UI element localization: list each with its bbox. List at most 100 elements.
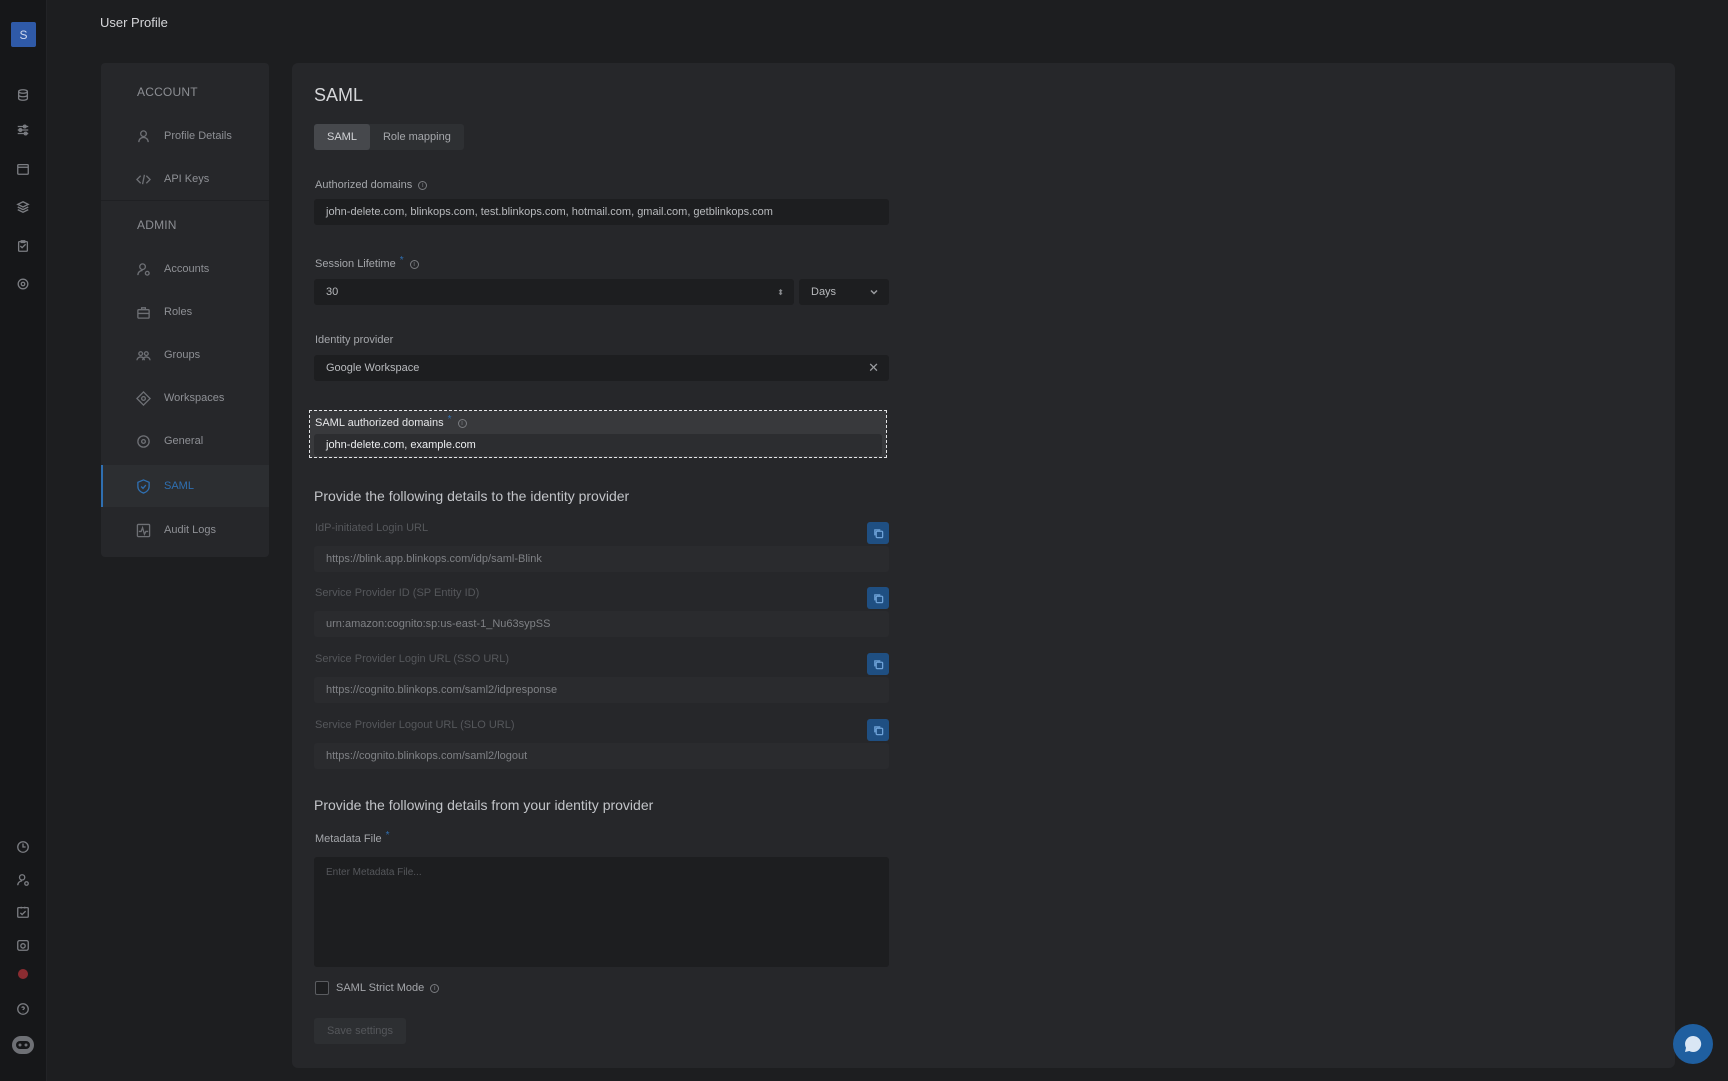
- session-lifetime-input[interactable]: 30 ⬍: [314, 279, 794, 305]
- nav-section-admin: ADMIN: [137, 218, 177, 232]
- user-icon: [138, 129, 149, 142]
- nav-item-api-keys[interactable]: API Keys: [101, 158, 269, 200]
- activity-icon: [136, 523, 151, 537]
- session-lifetime-label: Session Lifetime * i: [315, 254, 419, 270]
- avatar[interactable]: S: [11, 22, 36, 47]
- select-value: Days: [811, 286, 837, 298]
- slo-url-field[interactable]: https://cognito.blinkops.com/saml2/logou…: [314, 743, 889, 769]
- label-text: Metadata File: [315, 833, 382, 845]
- authorized-domains-input[interactable]: john-delete.com, blinkops.com, test.blin…: [314, 199, 889, 225]
- identity-provider-label: Identity provider: [315, 334, 393, 346]
- idp-login-url-label: IdP-initiated Login URL: [315, 522, 428, 534]
- report-icon[interactable]: [14, 936, 32, 954]
- required-marker: *: [385, 829, 390, 841]
- strict-mode-label: SAML Strict Mode: [336, 982, 425, 994]
- sso-url-label: Service Provider Login URL (SSO URL): [315, 653, 509, 665]
- copy-icon: [873, 725, 883, 735]
- page-title: User Profile: [100, 15, 168, 30]
- identity-provider-select[interactable]: Google Workspace ✕: [314, 355, 889, 381]
- copy-icon: [873, 659, 883, 669]
- provide-from-heading: Provide the following details from your …: [314, 797, 654, 813]
- help-icon[interactable]: [14, 1000, 32, 1018]
- saml-authorized-domains-label: SAML authorized domains * i: [315, 413, 467, 429]
- nav-item-label: Roles: [164, 306, 193, 318]
- copy-button[interactable]: [867, 522, 889, 544]
- database-icon[interactable]: [14, 86, 32, 104]
- nav-item-saml[interactable]: SAML: [101, 465, 269, 507]
- label-text: Service Provider Logout URL (SLO URL): [315, 719, 515, 731]
- nav-item-general[interactable]: General: [101, 420, 269, 462]
- chat-button[interactable]: [1673, 1024, 1713, 1064]
- tab-saml[interactable]: SAML: [314, 124, 370, 150]
- card-title: SAML: [314, 85, 364, 105]
- nav-item-accounts[interactable]: Accounts: [101, 248, 269, 290]
- diamond-icon: [136, 390, 151, 406]
- chevron-down-icon: [870, 289, 878, 295]
- shield-icon: [137, 478, 150, 494]
- code-icon: [136, 174, 151, 184]
- app-rail: S: [0, 0, 47, 1081]
- nav-item-label: SAML: [164, 480, 194, 492]
- stepper-icon[interactable]: ⬍: [777, 288, 784, 297]
- info-icon[interactable]: i: [457, 418, 467, 428]
- user-settings-icon[interactable]: [14, 871, 32, 889]
- sliders-icon[interactable]: [14, 121, 32, 139]
- label-text: Authorized domains: [315, 179, 413, 191]
- copy-button[interactable]: [867, 587, 889, 609]
- nav-item-audit-logs[interactable]: Audit Logs: [101, 509, 269, 551]
- nav-item-roles[interactable]: Roles: [101, 291, 269, 333]
- nav-item-label: Accounts: [164, 263, 210, 275]
- nav-section-account: ACCOUNT: [137, 85, 198, 99]
- close-icon[interactable]: ✕: [868, 360, 879, 376]
- nav-item-workspaces[interactable]: Workspaces: [101, 377, 269, 419]
- saml-settings-card: SAML SAML Role mapping Authorized domain…: [292, 63, 1675, 1068]
- clock-icon[interactable]: [14, 838, 32, 856]
- session-unit-select[interactable]: Days: [799, 279, 889, 305]
- nav-item-label: Groups: [164, 349, 201, 361]
- sso-url-field[interactable]: https://cognito.blinkops.com/saml2/idpre…: [314, 677, 889, 703]
- gear-icon: [137, 434, 150, 448]
- provide-to-heading: Provide the following details to the ide…: [314, 488, 630, 504]
- settings-icon[interactable]: [14, 275, 32, 293]
- saml-authorized-domains-input[interactable]: john-delete.com, example.com: [314, 434, 882, 456]
- field-value: 30: [326, 286, 339, 298]
- info-icon[interactable]: i: [430, 983, 440, 993]
- metadata-file-label: Metadata File *: [315, 829, 390, 846]
- info-icon[interactable]: i: [418, 180, 428, 190]
- required-marker: *: [399, 254, 404, 266]
- copy-button[interactable]: [867, 653, 889, 675]
- field-value: Google Workspace: [326, 362, 420, 374]
- nav-item-groups[interactable]: Groups: [101, 334, 269, 376]
- tab-role-mapping[interactable]: Role mapping: [370, 124, 464, 150]
- nav-item-label: Workspaces: [164, 392, 225, 404]
- calendar-icon[interactable]: [14, 160, 32, 178]
- bot-icon[interactable]: [10, 1034, 36, 1056]
- save-button[interactable]: Save settings: [314, 1018, 406, 1044]
- nav-item-profile-details[interactable]: Profile Details: [101, 115, 269, 157]
- nav-item-label: Audit Logs: [164, 524, 216, 536]
- label-text: IdP-initiated Login URL: [315, 522, 429, 534]
- users-icon: [137, 262, 150, 276]
- strict-mode-checkbox[interactable]: [315, 981, 329, 995]
- sp-entity-id-label: Service Provider ID (SP Entity ID): [315, 587, 479, 599]
- clipboard-icon[interactable]: [14, 237, 32, 255]
- copy-button[interactable]: [867, 719, 889, 741]
- calendar-check-icon[interactable]: [14, 903, 32, 921]
- chat-icon: [1685, 1035, 1702, 1052]
- metadata-file-textarea[interactable]: Enter Metadata File...: [314, 857, 889, 967]
- nav-item-label: API Keys: [164, 173, 210, 185]
- sp-entity-id-field[interactable]: urn:amazon:cognito:sp:us-east-1_Nu63sypS…: [314, 611, 889, 637]
- info-icon[interactable]: i: [409, 259, 419, 269]
- briefcase-icon: [137, 306, 150, 319]
- nav-divider: [101, 200, 269, 201]
- label-text: Service Provider Login URL (SSO URL): [315, 653, 509, 665]
- idp-login-url-field[interactable]: https://blink.app.blinkops.com/idp/saml-…: [314, 546, 889, 572]
- label-text: Session Lifetime: [315, 258, 396, 270]
- layers-icon[interactable]: [14, 198, 32, 216]
- required-marker: *: [447, 413, 452, 425]
- slo-url-label: Service Provider Logout URL (SLO URL): [315, 719, 515, 731]
- tabs: SAML Role mapping: [314, 124, 464, 150]
- label-text: Service Provider ID (SP Entity ID): [315, 587, 480, 599]
- label-text: SAML authorized domains: [315, 417, 444, 429]
- notification-icon[interactable]: [14, 965, 32, 983]
